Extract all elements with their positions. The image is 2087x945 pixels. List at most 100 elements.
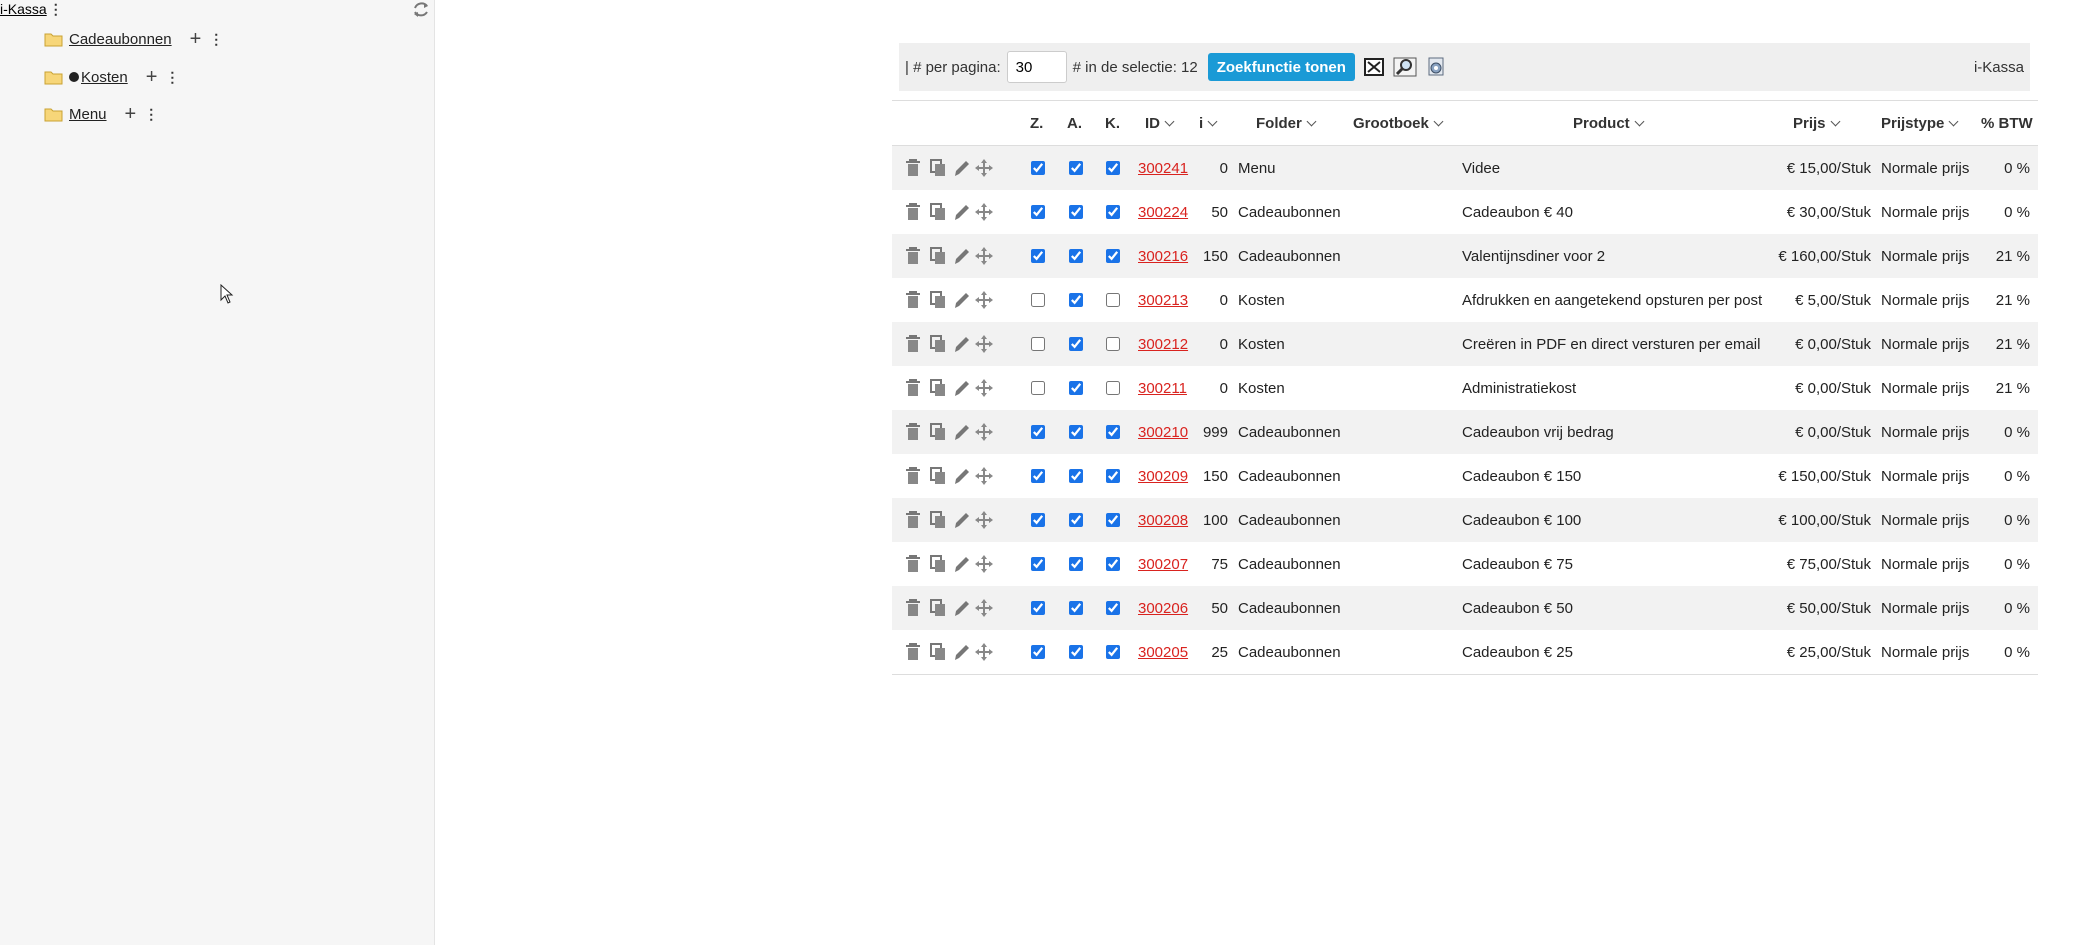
checkbox-k[interactable] bbox=[1106, 293, 1120, 307]
edit-pencil-icon[interactable] bbox=[953, 642, 971, 662]
product-id-link[interactable]: 300209 bbox=[1138, 454, 1188, 498]
move-icon[interactable] bbox=[975, 598, 993, 618]
col-folder-header[interactable]: Folder bbox=[1256, 101, 1317, 145]
tree-root-link[interactable]: i-Kassa bbox=[0, 1, 47, 17]
tree-item-label[interactable]: Menu bbox=[69, 106, 107, 123]
move-icon[interactable] bbox=[975, 422, 993, 442]
copy-icon[interactable] bbox=[929, 246, 947, 266]
copy-icon[interactable] bbox=[929, 642, 947, 662]
product-id-link[interactable]: 300224 bbox=[1138, 190, 1188, 234]
product-id-link[interactable]: 300210 bbox=[1138, 410, 1188, 454]
copy-icon[interactable] bbox=[929, 378, 947, 398]
root-menu-dots-icon[interactable]: ⋮ bbox=[47, 1, 65, 18]
product-id-link[interactable]: 300213 bbox=[1138, 278, 1188, 322]
checkbox-k[interactable] bbox=[1106, 381, 1120, 395]
move-icon[interactable] bbox=[975, 378, 993, 398]
checkbox-z[interactable] bbox=[1031, 205, 1045, 219]
product-id-link[interactable]: 300207 bbox=[1138, 542, 1188, 586]
product-id-link[interactable]: 300205 bbox=[1138, 630, 1188, 674]
copy-icon[interactable] bbox=[929, 158, 947, 178]
edit-pencil-icon[interactable] bbox=[953, 290, 971, 310]
col-prijs-header[interactable]: Prijs bbox=[1793, 101, 1840, 145]
checkbox-z[interactable] bbox=[1031, 601, 1045, 615]
copy-icon[interactable] bbox=[929, 510, 947, 530]
checkbox-a[interactable] bbox=[1069, 557, 1083, 571]
delete-icon[interactable] bbox=[904, 598, 922, 618]
copy-icon[interactable] bbox=[929, 466, 947, 486]
checkbox-a[interactable] bbox=[1069, 645, 1083, 659]
product-id-link[interactable]: 300241 bbox=[1138, 146, 1188, 190]
item-menu-dots-icon[interactable]: ⋮ bbox=[207, 31, 225, 48]
copy-icon[interactable] bbox=[929, 202, 947, 222]
checkbox-z[interactable] bbox=[1031, 337, 1045, 351]
col-a-header[interactable]: A. bbox=[1067, 101, 1082, 145]
checkbox-z[interactable] bbox=[1031, 425, 1045, 439]
checkbox-a[interactable] bbox=[1069, 293, 1083, 307]
delete-icon[interactable] bbox=[904, 290, 922, 310]
move-icon[interactable] bbox=[975, 290, 993, 310]
export-settings-icon[interactable] bbox=[1424, 55, 1448, 79]
edit-pencil-icon[interactable] bbox=[953, 598, 971, 618]
checkbox-k[interactable] bbox=[1106, 249, 1120, 263]
copy-icon[interactable] bbox=[929, 554, 947, 574]
product-id-link[interactable]: 300216 bbox=[1138, 234, 1188, 278]
checkbox-z[interactable] bbox=[1031, 645, 1045, 659]
item-menu-dots-icon[interactable]: ⋮ bbox=[142, 106, 160, 123]
edit-pencil-icon[interactable] bbox=[953, 422, 971, 442]
edit-pencil-icon[interactable] bbox=[953, 158, 971, 178]
tree-item-label[interactable]: Cadeaubonnen bbox=[69, 31, 172, 48]
edit-pencil-icon[interactable] bbox=[953, 202, 971, 222]
checkbox-z[interactable] bbox=[1031, 557, 1045, 571]
product-id-link[interactable]: 300211 bbox=[1138, 366, 1187, 410]
clear-filter-icon[interactable] bbox=[1362, 55, 1386, 79]
edit-pencil-icon[interactable] bbox=[953, 510, 971, 530]
copy-icon[interactable] bbox=[929, 422, 947, 442]
checkbox-k[interactable] bbox=[1106, 513, 1120, 527]
move-icon[interactable] bbox=[975, 202, 993, 222]
per-page-input[interactable] bbox=[1006, 51, 1067, 83]
delete-icon[interactable] bbox=[904, 642, 922, 662]
col-id-header[interactable]: ID bbox=[1145, 101, 1175, 145]
col-product-header[interactable]: Product bbox=[1573, 101, 1645, 145]
checkbox-z[interactable] bbox=[1031, 249, 1045, 263]
move-icon[interactable] bbox=[975, 466, 993, 486]
delete-icon[interactable] bbox=[904, 158, 922, 178]
checkbox-a[interactable] bbox=[1069, 469, 1083, 483]
delete-icon[interactable] bbox=[904, 466, 922, 486]
add-icon[interactable]: + bbox=[190, 29, 202, 49]
checkbox-k[interactable] bbox=[1106, 645, 1120, 659]
checkbox-k[interactable] bbox=[1106, 557, 1120, 571]
checkbox-a[interactable] bbox=[1069, 337, 1083, 351]
checkbox-k[interactable] bbox=[1106, 337, 1120, 351]
col-grootboek-header[interactable]: Grootboek bbox=[1353, 101, 1444, 145]
checkbox-z[interactable] bbox=[1031, 469, 1045, 483]
add-icon[interactable]: + bbox=[125, 104, 137, 124]
checkbox-k[interactable] bbox=[1106, 469, 1120, 483]
checkbox-a[interactable] bbox=[1069, 601, 1083, 615]
move-icon[interactable] bbox=[975, 246, 993, 266]
checkbox-k[interactable] bbox=[1106, 205, 1120, 219]
col-k-header[interactable]: K. bbox=[1105, 101, 1120, 145]
col-btw-header[interactable]: % BTW bbox=[1981, 101, 2033, 145]
refresh-icon[interactable] bbox=[411, 0, 431, 20]
checkbox-a[interactable] bbox=[1069, 161, 1083, 175]
product-id-link[interactable]: 300208 bbox=[1138, 498, 1188, 542]
zoom-search-icon[interactable] bbox=[1393, 55, 1417, 79]
move-icon[interactable] bbox=[975, 554, 993, 574]
copy-icon[interactable] bbox=[929, 334, 947, 354]
delete-icon[interactable] bbox=[904, 202, 922, 222]
checkbox-a[interactable] bbox=[1069, 425, 1083, 439]
checkbox-z[interactable] bbox=[1031, 293, 1045, 307]
checkbox-a[interactable] bbox=[1069, 513, 1083, 527]
delete-icon[interactable] bbox=[904, 510, 922, 530]
checkbox-z[interactable] bbox=[1031, 381, 1045, 395]
edit-pencil-icon[interactable] bbox=[953, 554, 971, 574]
move-icon[interactable] bbox=[975, 158, 993, 178]
item-menu-dots-icon[interactable]: ⋮ bbox=[163, 69, 181, 86]
edit-pencil-icon[interactable] bbox=[953, 246, 971, 266]
edit-pencil-icon[interactable] bbox=[953, 466, 971, 486]
show-search-button[interactable]: Zoekfunctie tonen bbox=[1207, 53, 1355, 81]
add-icon[interactable]: + bbox=[146, 67, 158, 87]
delete-icon[interactable] bbox=[904, 334, 922, 354]
tree-item-label[interactable]: Kosten bbox=[69, 69, 128, 86]
